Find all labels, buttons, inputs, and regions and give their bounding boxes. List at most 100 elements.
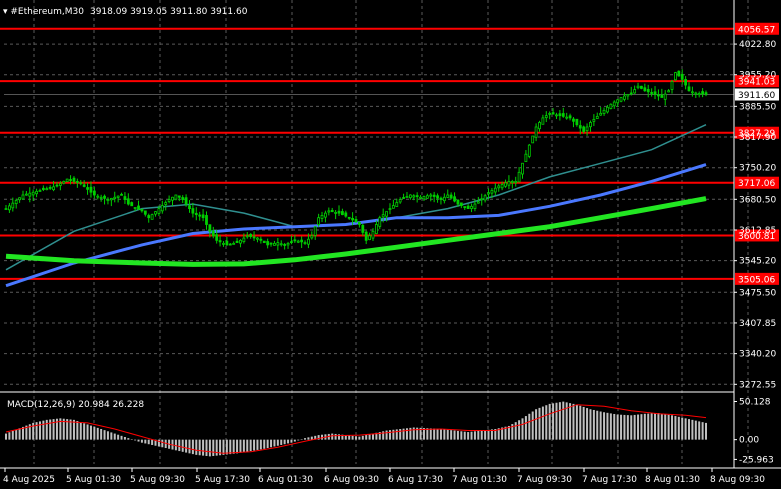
candle-body (684, 79, 688, 86)
macd-hist-bar (399, 429, 402, 440)
candle-body (470, 205, 473, 210)
candle-body (493, 187, 497, 193)
macd-hist-bar (8, 432, 11, 440)
macd-hist-bar (178, 439, 181, 452)
macd-hist-bar (463, 431, 466, 440)
candle-body (449, 194, 453, 199)
candle-body (222, 242, 225, 245)
macd-hist-bar (86, 424, 89, 440)
candle-body (177, 195, 181, 198)
candle-body (357, 221, 361, 225)
candle-body (232, 242, 236, 245)
macd-hist-bar (276, 439, 279, 446)
macd-hist-bar (144, 439, 147, 444)
candle-body (670, 81, 674, 90)
candle-body (466, 205, 470, 210)
macd-hist-bar (11, 430, 14, 440)
candle-body (75, 181, 79, 183)
candle-body (106, 199, 110, 202)
macd-hist-bar (521, 418, 524, 440)
macd-hist-bar (456, 430, 459, 440)
candle-body (619, 97, 623, 102)
macd-hist-bar (174, 439, 177, 451)
macd-hist-bar (130, 439, 133, 440)
candle-body (18, 197, 21, 201)
candle-body (28, 192, 32, 197)
candle-body (364, 231, 368, 241)
candle-body (174, 194, 178, 200)
macd-hist-bar (297, 439, 300, 441)
macd-hist-bar (626, 415, 629, 440)
candle-body (286, 242, 290, 246)
candle-body (650, 92, 654, 94)
candle-body (290, 241, 293, 244)
macd-hist-bar (273, 439, 276, 447)
macd-hist-bar (582, 406, 585, 440)
candle-body (391, 205, 395, 209)
macd-hist-bar (531, 411, 534, 440)
candle-body (245, 235, 249, 238)
header-arrow-icon: ▾ (3, 7, 10, 17)
candle-body (504, 182, 507, 187)
candle-body (527, 144, 531, 157)
macd-hist-bar (473, 431, 476, 440)
macd-hist-bar (392, 429, 395, 440)
macd-hist-bar (38, 421, 41, 440)
candle-body (103, 195, 106, 199)
candle-body (558, 113, 562, 117)
candle-body (599, 112, 603, 116)
candle-body (544, 115, 548, 119)
macd-hist-bar (429, 428, 432, 440)
candle-body (395, 202, 399, 207)
candle-body (657, 94, 660, 97)
macd-hist-bar (355, 436, 357, 440)
candle-body (86, 187, 89, 190)
macd-hist-bar (270, 439, 273, 448)
candle-body (38, 190, 42, 192)
macd-hist-bar (467, 432, 470, 440)
price-tick-label: 3817.90 (739, 133, 776, 143)
candle-body (242, 237, 246, 242)
time-label: 6 Aug 09:30 (324, 475, 379, 485)
candle-body (266, 241, 270, 246)
candle-body (653, 91, 657, 95)
macd-hist-bar (654, 413, 657, 440)
candle-body (555, 114, 558, 117)
candle-body (55, 184, 59, 187)
macd-hist-bar (681, 417, 684, 440)
candle-body (524, 153, 528, 162)
macd-hist-bar (643, 413, 646, 440)
macd-hist-bar (698, 421, 701, 440)
time-label: 6 Aug 01:30 (258, 475, 313, 485)
macd-hist-bar (660, 413, 663, 440)
candle-body (541, 117, 545, 125)
price-tick-label: 3407.85 (739, 319, 776, 329)
macd-hist-bar (592, 409, 595, 440)
macd-hist-bar (558, 402, 561, 440)
candle-body (52, 186, 55, 191)
candle-body (269, 242, 273, 245)
candle-body (388, 208, 392, 211)
macd-hist-bar (541, 406, 544, 440)
macd-hist-bar (120, 435, 123, 440)
macd-hist-bar (202, 439, 205, 456)
candle-body (674, 72, 677, 81)
candle-body (21, 194, 25, 200)
candle-body (497, 185, 501, 189)
macd-hist-bar (79, 422, 82, 440)
candle-body (181, 197, 185, 200)
macd-hist-bar (640, 414, 643, 440)
candle-body (96, 195, 100, 198)
candle-body (521, 162, 524, 175)
price-chart[interactable]: 4056.573941.033827.293717.063600.813505.… (0, 0, 781, 489)
macd-hist-bar (83, 423, 86, 440)
macd-hist-bar (388, 430, 391, 440)
candle-body (137, 205, 140, 210)
macd-hist-bar (106, 431, 109, 440)
macd-hist-bar (161, 439, 164, 448)
candle-body (48, 187, 52, 189)
candle-body (58, 183, 62, 186)
candle-body (572, 118, 575, 122)
candle-body (514, 180, 518, 183)
candle-body (626, 94, 630, 97)
